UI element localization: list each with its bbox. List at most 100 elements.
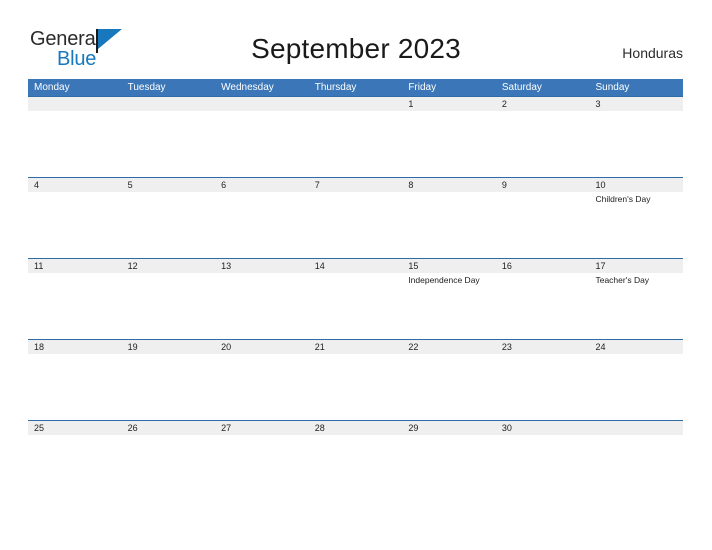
day-events-cell[interactable] (309, 192, 403, 259)
day-number: 18 (34, 342, 45, 352)
day-cell[interactable]: 5 (122, 178, 216, 192)
day-events-cell[interactable] (309, 111, 403, 178)
day-cell[interactable] (309, 97, 403, 111)
day-cell[interactable]: 3 (589, 97, 683, 111)
day-events-cell[interactable] (122, 273, 216, 340)
day-cell[interactable] (28, 97, 122, 111)
day-events-cell[interactable] (589, 111, 683, 178)
day-events-cell[interactable] (496, 111, 590, 178)
day-events-cell[interactable] (28, 192, 122, 259)
day-cell[interactable]: 28 (309, 421, 403, 435)
day-number: 12 (127, 261, 138, 271)
day-events-cell[interactable] (215, 192, 309, 259)
day-events-cell[interactable] (402, 192, 496, 259)
week-date-band: 25 26 27 28 29 30 (28, 420, 683, 435)
day-number: 17 (595, 261, 606, 271)
day-events-cell[interactable] (402, 354, 496, 421)
week-body-row: Children's Day (28, 192, 683, 259)
day-cell[interactable]: 8 (402, 178, 496, 192)
day-events-cell[interactable] (215, 435, 309, 502)
day-events-cell[interactable]: Teacher's Day (589, 273, 683, 340)
day-cell[interactable]: 6 (215, 178, 309, 192)
day-number: 30 (501, 423, 512, 433)
week-date-band: 1 2 3 (28, 96, 683, 111)
day-cell[interactable]: 21 (309, 340, 403, 354)
day-events-cell[interactable] (402, 435, 496, 502)
day-cell[interactable]: 25 (28, 421, 122, 435)
day-events-cell[interactable] (122, 111, 216, 178)
day-events-cell[interactable] (215, 273, 309, 340)
day-cell[interactable]: 13 (215, 259, 309, 273)
day-events-cell[interactable] (215, 111, 309, 178)
week-date-band: 18 19 20 21 22 23 24 (28, 339, 683, 354)
day-cell[interactable] (122, 97, 216, 111)
week-date-band: 11 12 13 14 15 16 17 (28, 258, 683, 273)
day-number: 21 (314, 342, 325, 352)
day-events-cell[interactable]: Children's Day (589, 192, 683, 259)
day-number: 3 (595, 99, 601, 109)
day-number: 8 (408, 180, 414, 190)
day-cell[interactable]: 15 (402, 259, 496, 273)
weekday-header-tuesday: Tuesday (127, 82, 166, 93)
day-events-cell[interactable] (496, 354, 590, 421)
day-cell[interactable]: 26 (122, 421, 216, 435)
day-number: 14 (314, 261, 325, 271)
day-cell[interactable]: 7 (309, 178, 403, 192)
day-cell[interactable]: 12 (122, 259, 216, 273)
day-cell[interactable]: 10 (589, 178, 683, 192)
calendar-week-row: 4 5 6 7 8 9 10 Children's Day (28, 177, 683, 259)
week-body-row (28, 354, 683, 421)
day-cell[interactable]: 29 (402, 421, 496, 435)
day-cell[interactable]: 11 (28, 259, 122, 273)
day-events-cell[interactable] (496, 192, 590, 259)
day-cell[interactable]: 30 (496, 421, 590, 435)
event-label: Children's Day (595, 194, 651, 204)
weekday-header-wednesday: Wednesday (221, 82, 274, 93)
day-events-cell[interactable] (122, 354, 216, 421)
day-events-cell[interactable] (589, 354, 683, 421)
day-cell[interactable]: 20 (215, 340, 309, 354)
day-number: 23 (501, 342, 512, 352)
day-events-cell[interactable] (28, 111, 122, 178)
day-events-cell[interactable] (496, 435, 590, 502)
day-events-cell[interactable] (309, 435, 403, 502)
weekday-header-monday: Monday (34, 82, 70, 93)
calendar-week-row: 25 26 27 28 29 30 (28, 420, 683, 502)
day-cell[interactable]: 23 (496, 340, 590, 354)
day-cell[interactable]: 14 (309, 259, 403, 273)
day-events-cell[interactable] (496, 273, 590, 340)
weekday-header-saturday: Saturday (501, 82, 542, 93)
weekday-header-row: Monday Tuesday Wednesday Thursday Friday… (28, 79, 683, 96)
day-cell[interactable]: 22 (402, 340, 496, 354)
day-cell[interactable]: 18 (28, 340, 122, 354)
day-cell[interactable]: 9 (496, 178, 590, 192)
day-cell[interactable]: 2 (496, 97, 590, 111)
day-cell[interactable]: 4 (28, 178, 122, 192)
day-cell[interactable]: 1 (402, 97, 496, 111)
day-cell[interactable] (589, 421, 683, 435)
day-events-cell[interactable] (309, 273, 403, 340)
day-cell[interactable]: 19 (122, 340, 216, 354)
day-events-cell[interactable] (309, 354, 403, 421)
day-cell[interactable]: 24 (589, 340, 683, 354)
day-events-cell[interactable] (402, 111, 496, 178)
day-number: 19 (127, 342, 138, 352)
day-events-cell[interactable]: Independence Day (402, 273, 496, 340)
day-events-cell[interactable] (122, 192, 216, 259)
calendar-week-row: 18 19 20 21 22 23 24 (28, 339, 683, 421)
day-cell[interactable] (215, 97, 309, 111)
day-events-cell[interactable] (28, 273, 122, 340)
page-header: General Blue September 2023 Honduras (0, 0, 712, 78)
day-cell[interactable]: 27 (215, 421, 309, 435)
day-cell[interactable]: 17 (589, 259, 683, 273)
day-number: 28 (314, 423, 325, 433)
day-number: 25 (34, 423, 45, 433)
day-events-cell[interactable] (28, 435, 122, 502)
day-number: 10 (595, 180, 606, 190)
day-cell[interactable]: 16 (496, 259, 590, 273)
calendar-grid: Monday Tuesday Wednesday Thursday Friday… (28, 79, 683, 502)
day-events-cell[interactable] (122, 435, 216, 502)
day-events-cell[interactable] (215, 354, 309, 421)
day-events-cell[interactable] (28, 354, 122, 421)
day-events-cell[interactable] (589, 435, 683, 502)
